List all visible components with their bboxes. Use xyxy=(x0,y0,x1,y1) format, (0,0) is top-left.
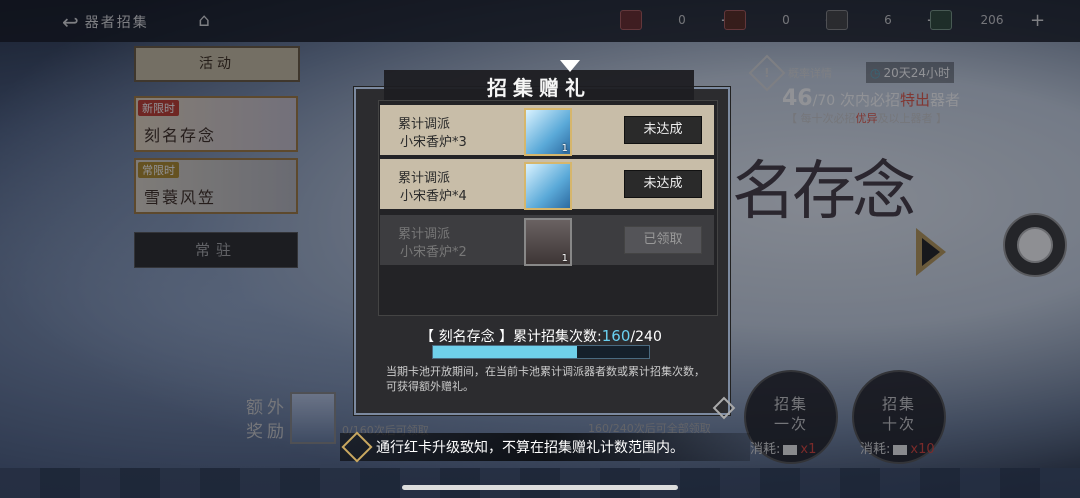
reward-row: 累计调派 小宋香炉*2 1 已领取 xyxy=(380,215,714,266)
reward-title: 累计调派 xyxy=(398,171,451,186)
progress-label-text: 【 刻名存念 】累计招集次数: xyxy=(420,329,602,345)
progress-bar xyxy=(432,345,650,359)
reward-requirement: 小宋香炉*2 xyxy=(400,245,467,260)
reward-title: 累计调派 xyxy=(398,227,451,242)
reward-row: 累计调派 小宋香炉*3 1 未达成 xyxy=(380,105,714,156)
claimed-button[interactable]: 已领取 xyxy=(624,226,702,254)
modal-title: 招集赠礼 xyxy=(487,76,591,100)
progress-fill xyxy=(433,346,578,358)
modal-note: 当期卡池开放期间，在当前卡池累计调派器者数或累计招集次数，可获得额外赠礼。 xyxy=(386,365,705,393)
toast-text: 通行红卡升级致知，不算在招集赠礼计数范围内。 xyxy=(376,440,684,456)
toast-message: 通行红卡升级致知，不算在招集赠礼计数范围内。 xyxy=(340,431,750,463)
reward-row: 累计调派 小宋香炉*4 未达成 xyxy=(380,159,714,210)
character-reward-icon[interactable] xyxy=(524,162,572,210)
progress-total: /240 xyxy=(630,329,662,345)
progress-label: 【 刻名存念 】累计招集次数:160/240 xyxy=(356,326,726,346)
claim-button[interactable]: 未达成 xyxy=(624,170,702,198)
title-ornament-icon xyxy=(560,60,580,72)
reward-requirement: 小宋香炉*4 xyxy=(400,189,467,204)
character-reward-icon[interactable]: 1 xyxy=(524,108,572,156)
reward-title: 累计调派 xyxy=(398,117,451,132)
claim-button[interactable]: 未达成 xyxy=(624,116,702,144)
reward-requirement: 小宋香炉*3 xyxy=(400,135,467,150)
home-indicator[interactable] xyxy=(402,485,678,490)
item-count: 1 xyxy=(561,253,568,264)
progress-current: 160 xyxy=(601,327,631,345)
chest-reward-icon[interactable]: 1 xyxy=(524,218,572,266)
item-count: 1 xyxy=(561,143,568,154)
diamond-icon xyxy=(341,431,373,463)
